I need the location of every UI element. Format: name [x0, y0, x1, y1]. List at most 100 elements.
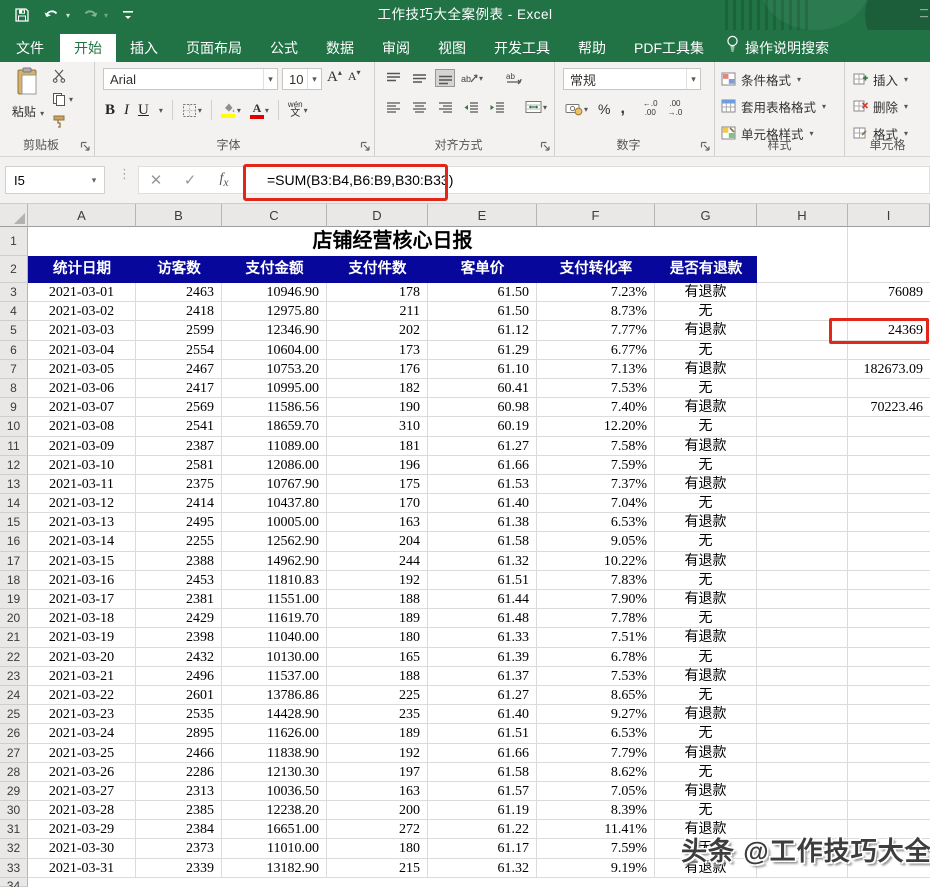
data-cell[interactable]: 2021-03-08 — [28, 417, 136, 436]
row-number[interactable]: 18 — [0, 571, 28, 590]
data-cell[interactable]: 200 — [327, 801, 428, 820]
data-cell[interactable]: 7.37% — [537, 475, 655, 494]
insert-dropdown-icon[interactable]: ▾ — [904, 75, 908, 84]
orientation-button[interactable]: ab ▾ — [461, 71, 483, 85]
data-cell[interactable]: 8.39% — [537, 801, 655, 820]
data-cell[interactable]: 有退款 — [655, 437, 757, 456]
format-painter-button[interactable] — [52, 114, 78, 130]
data-cell[interactable]: 9.05% — [537, 532, 655, 551]
undo-dropdown-icon[interactable]: ▾ — [66, 11, 70, 20]
data-cell[interactable]: 7.90% — [537, 590, 655, 609]
data-cell[interactable]: 2387 — [136, 437, 222, 456]
table-column-header[interactable]: 统计日期 — [28, 256, 136, 283]
data-cell[interactable] — [848, 494, 930, 513]
data-cell[interactable]: 61.66 — [428, 456, 537, 475]
data-cell[interactable]: 8.62% — [537, 763, 655, 782]
data-cell[interactable]: 202 — [327, 321, 428, 340]
customize-qat-icon[interactable] — [118, 5, 138, 25]
data-cell[interactable] — [848, 456, 930, 475]
number-format-dropdown-icon[interactable]: ▾ — [686, 69, 700, 89]
data-cell[interactable]: 2021-03-11 — [28, 475, 136, 494]
table-column-header[interactable]: 客单价 — [428, 256, 537, 283]
italic-button[interactable]: I — [124, 102, 129, 119]
phonetic-guide-button[interactable]: wén文 ▾ — [288, 101, 308, 119]
data-cell[interactable]: 211 — [327, 302, 428, 321]
orientation-dropdown-icon[interactable]: ▾ — [479, 74, 483, 83]
data-cell[interactable]: 无 — [655, 686, 757, 705]
data-cell[interactable]: 16651.00 — [222, 820, 327, 839]
row-number[interactable]: 2 — [0, 256, 28, 283]
table-column-header[interactable]: 是否有退款 — [655, 256, 757, 283]
data-cell[interactable]: 7.59% — [537, 456, 655, 475]
data-cell[interactable]: 11551.00 — [222, 590, 327, 609]
data-cell[interactable]: 235 — [327, 705, 428, 724]
data-cell[interactable]: 11089.00 — [222, 437, 327, 456]
data-cell[interactable]: 163 — [327, 782, 428, 801]
data-cell[interactable]: 176 — [327, 360, 428, 379]
column-header-E[interactable]: E — [428, 204, 537, 227]
data-cell[interactable]: 7.23% — [537, 283, 655, 302]
data-cell[interactable]: 215 — [327, 859, 428, 878]
data-cell[interactable]: 2021-03-10 — [28, 456, 136, 475]
data-cell[interactable]: 60.41 — [428, 379, 537, 398]
data-cell[interactable]: 2021-03-12 — [28, 494, 136, 513]
data-cell[interactable]: 10995.00 — [222, 379, 327, 398]
increase-font-size-button[interactable]: A▴ — [327, 68, 342, 86]
row-number[interactable]: 10 — [0, 417, 28, 436]
data-cell[interactable]: 2021-03-24 — [28, 724, 136, 743]
row-number[interactable]: 23 — [0, 667, 28, 686]
data-cell[interactable]: 10036.50 — [222, 782, 327, 801]
paste-dropdown-icon[interactable]: ▾ — [40, 109, 44, 118]
data-cell[interactable]: 11838.90 — [222, 744, 327, 763]
data-cell[interactable]: 有退款 — [655, 283, 757, 302]
data-cell[interactable]: 2467 — [136, 360, 222, 379]
data-cell[interactable]: 10.22% — [537, 552, 655, 571]
data-cell[interactable]: 2599 — [136, 321, 222, 340]
data-cell[interactable]: 2463 — [136, 283, 222, 302]
data-cell[interactable]: 无 — [655, 379, 757, 398]
data-cell[interactable]: 178 — [327, 283, 428, 302]
data-cell[interactable]: 2466 — [136, 744, 222, 763]
data-cell[interactable]: 61.48 — [428, 609, 537, 628]
data-cell[interactable] — [848, 667, 930, 686]
data-cell[interactable]: 2554 — [136, 341, 222, 360]
data-cell[interactable] — [757, 456, 848, 475]
data-cell[interactable]: 有退款 — [655, 552, 757, 571]
column-header-C[interactable]: C — [222, 204, 327, 227]
data-cell[interactable]: 6.77% — [537, 341, 655, 360]
font-name-combo[interactable]: Arial ▾ — [103, 68, 278, 90]
data-cell[interactable]: 2432 — [136, 648, 222, 667]
data-cell[interactable]: 2496 — [136, 667, 222, 686]
data-cell[interactable]: 8.65% — [537, 686, 655, 705]
data-cell[interactable]: 有退款 — [655, 398, 757, 417]
row-number[interactable]: 6 — [0, 341, 28, 360]
data-cell[interactable]: 272 — [327, 820, 428, 839]
data-cell[interactable]: 61.57 — [428, 782, 537, 801]
data-cell[interactable]: 6.53% — [537, 513, 655, 532]
data-cell[interactable]: 10604.00 — [222, 341, 327, 360]
data-cell[interactable]: 2495 — [136, 513, 222, 532]
data-cell[interactable]: 180 — [327, 628, 428, 647]
merge-dropdown-icon[interactable]: ▾ — [543, 103, 547, 112]
data-cell[interactable] — [848, 705, 930, 724]
font-color-dropdown-icon[interactable]: ▾ — [265, 106, 269, 115]
tab-数据[interactable]: 数据 — [312, 34, 368, 62]
data-cell[interactable]: 197 — [327, 763, 428, 782]
data-cell[interactable]: 11619.70 — [222, 609, 327, 628]
font-dialog-launcher-icon[interactable] — [360, 141, 371, 152]
column-header-A[interactable]: A — [28, 204, 136, 227]
data-cell[interactable]: 无 — [655, 571, 757, 590]
data-cell[interactable] — [757, 571, 848, 590]
data-cell[interactable]: 61.19 — [428, 801, 537, 820]
cell-H2[interactable] — [757, 256, 848, 283]
data-cell[interactable]: 9.19% — [537, 859, 655, 878]
row-number[interactable]: 33 — [0, 859, 28, 878]
data-cell[interactable]: 2021-03-18 — [28, 609, 136, 628]
data-cell[interactable]: 2388 — [136, 552, 222, 571]
column-header-H[interactable]: H — [757, 204, 848, 227]
data-cell[interactable]: 10130.00 — [222, 648, 327, 667]
formula-bar-splitter[interactable]: ⋮ — [118, 170, 126, 177]
borders-button[interactable]: ▾ — [182, 103, 202, 118]
data-cell[interactable]: 12238.20 — [222, 801, 327, 820]
tab-公式[interactable]: 公式 — [256, 34, 312, 62]
